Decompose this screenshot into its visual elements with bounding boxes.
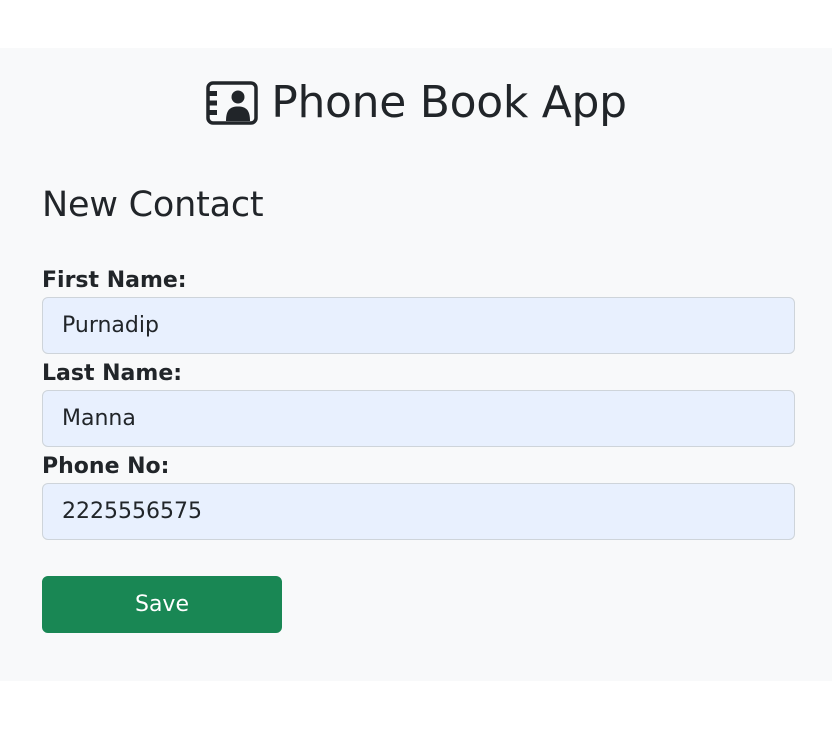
phone-no-input[interactable] xyxy=(42,483,795,540)
first-name-input[interactable] xyxy=(42,297,795,354)
last-name-label: Last Name: xyxy=(42,361,183,386)
app-title: Phone Book App xyxy=(271,77,627,128)
phone-no-label: Phone No: xyxy=(42,454,170,479)
contact-card-icon xyxy=(205,80,259,126)
app-header: Phone Book App xyxy=(0,78,832,128)
last-name-input[interactable] xyxy=(42,390,795,447)
save-button[interactable]: Save xyxy=(42,576,282,633)
first-name-label: First Name: xyxy=(42,268,187,293)
form-heading: New Contact xyxy=(42,185,264,225)
